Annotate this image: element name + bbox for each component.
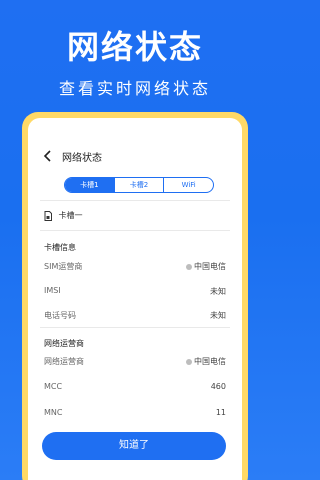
row-value: 中国电信 bbox=[186, 261, 226, 272]
row-label: MNC bbox=[44, 408, 63, 417]
hero-title: 网络状态 bbox=[66, 28, 203, 66]
row-value: 未知 bbox=[210, 311, 226, 320]
sim-slot-label: 卡槽一 bbox=[58, 211, 83, 220]
sim-slot-row: 卡槽一 bbox=[44, 210, 83, 221]
info-row-mcc: MCC 460 bbox=[44, 382, 226, 394]
info-row-imsi: IMSI 未知 bbox=[44, 286, 226, 298]
row-label: IMSI bbox=[44, 286, 61, 295]
info-row-sim-operator: SIM运营商 中国电信 bbox=[44, 261, 226, 273]
info-row-mnc: MNC 11 bbox=[44, 408, 226, 420]
row-label: 网络运营商 bbox=[44, 357, 84, 366]
sim-card-icon bbox=[44, 210, 52, 221]
phone-frame: 网络状态 卡槽1 卡槽2 WiFi 卡槽一 卡槽信息 SIM运营商 中国电信 I… bbox=[22, 112, 248, 480]
back-icon[interactable] bbox=[42, 150, 54, 162]
phone-screen: 网络状态 卡槽1 卡槽2 WiFi 卡槽一 卡槽信息 SIM运营商 中国电信 I… bbox=[28, 118, 242, 480]
tab-wifi[interactable]: WiFi bbox=[163, 178, 213, 192]
ok-button[interactable]: 知道了 bbox=[42, 432, 226, 460]
row-value: 中国电信 bbox=[186, 356, 226, 367]
nav-bar: 网络状态 bbox=[28, 146, 242, 166]
info-row-network-operator: 网络运营商 中国电信 bbox=[44, 356, 226, 368]
row-label: 电话号码 bbox=[44, 311, 76, 320]
row-label: MCC bbox=[44, 382, 63, 391]
hero-subtitle: 查看实时网络状态 bbox=[58, 79, 211, 98]
row-value: 460 bbox=[210, 382, 226, 391]
operator-icon bbox=[186, 263, 192, 270]
sim-tabs: 卡槽1 卡槽2 WiFi bbox=[64, 177, 214, 193]
nav-title: 网络状态 bbox=[62, 153, 102, 164]
tab-sim2[interactable]: 卡槽2 bbox=[113, 178, 164, 192]
card-info-title: 卡槽信息 bbox=[44, 243, 76, 252]
operator-icon bbox=[186, 358, 192, 365]
row-value: 11 bbox=[215, 408, 226, 417]
tab-sim1[interactable]: 卡槽1 bbox=[65, 178, 114, 192]
network-operator-title: 网络运营商 bbox=[44, 339, 84, 348]
info-row-phone-number: 电话号码 未知 bbox=[44, 310, 226, 322]
divider bbox=[40, 200, 230, 201]
row-value: 未知 bbox=[210, 287, 226, 296]
divider bbox=[40, 327, 230, 328]
divider bbox=[40, 230, 230, 231]
row-label: SIM运营商 bbox=[44, 262, 83, 271]
